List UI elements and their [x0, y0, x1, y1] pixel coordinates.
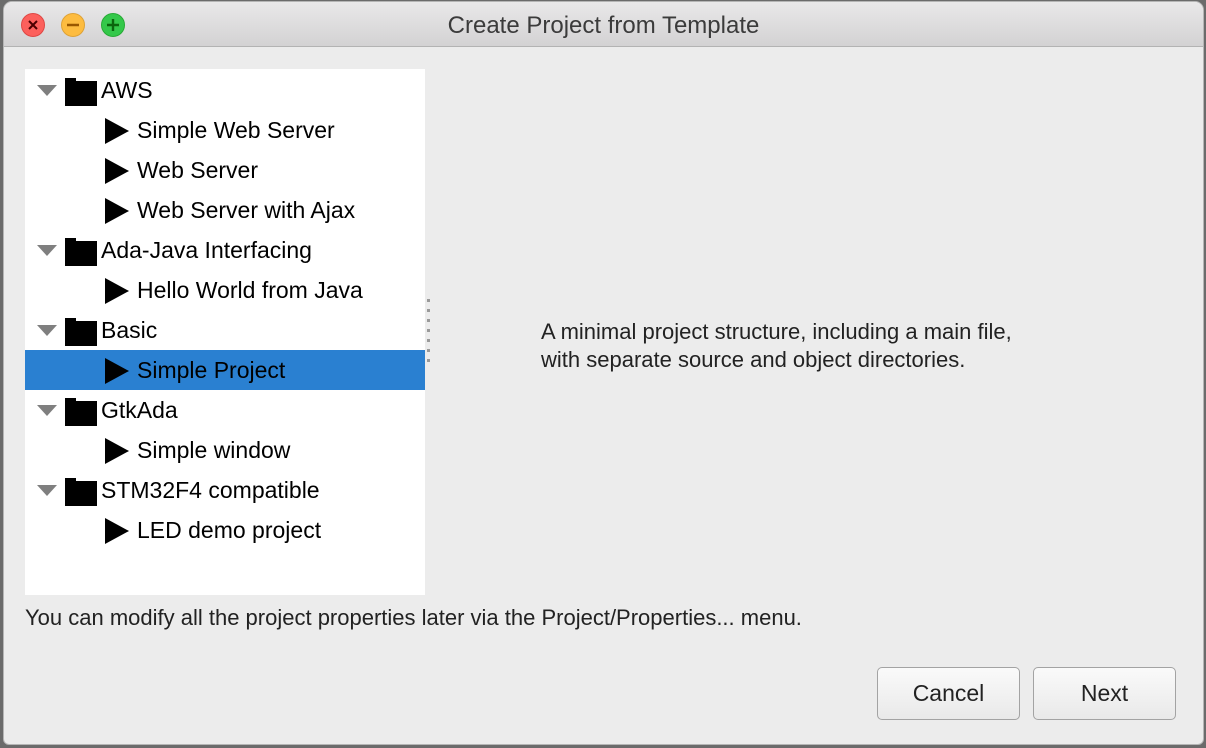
template-icon: [105, 158, 129, 184]
tree-item[interactable]: Hello World from Java: [25, 270, 425, 310]
template-icon: [105, 278, 129, 304]
template-icon: [105, 118, 129, 144]
pane-resize-handle[interactable]: [427, 299, 433, 369]
tree-item[interactable]: Simple Project: [25, 350, 425, 390]
description-line-2: with separate source and object director…: [541, 347, 966, 372]
tree-item[interactable]: Web Server with Ajax: [25, 190, 425, 230]
expander-triangle-icon[interactable]: [37, 485, 57, 496]
template-label: Simple window: [137, 437, 291, 463]
category-label: Ada-Java Interfacing: [101, 237, 312, 263]
template-label: Simple Web Server: [137, 117, 335, 143]
category-label: STM32F4 compatible: [101, 477, 320, 503]
template-label: Hello World from Java: [137, 277, 363, 303]
template-icon: [105, 518, 129, 544]
tree-item[interactable]: Web Server: [25, 150, 425, 190]
template-icon: [105, 198, 129, 224]
expander-triangle-icon[interactable]: [37, 325, 57, 336]
tree-item[interactable]: Simple Web Server: [25, 110, 425, 150]
description-line-1: A minimal project structure, including a…: [541, 319, 1012, 344]
tree-item[interactable]: LED demo project: [25, 510, 425, 550]
tree-category[interactable]: GtkAda: [25, 390, 425, 430]
category-label: AWS: [101, 77, 153, 103]
template-description: A minimal project structure, including a…: [541, 318, 1141, 374]
template-label: Web Server with Ajax: [137, 197, 356, 223]
template-label: LED demo project: [137, 517, 322, 543]
folder-icon: [65, 238, 97, 266]
tree-category[interactable]: Basic: [25, 310, 425, 350]
next-button[interactable]: Next: [1033, 667, 1176, 720]
template-icon: [105, 358, 129, 384]
cancel-button[interactable]: Cancel: [877, 667, 1020, 720]
title-bar: Create Project from Template: [4, 2, 1203, 47]
template-label: Simple Project: [137, 357, 286, 383]
tree-category[interactable]: Ada-Java Interfacing: [25, 230, 425, 270]
expander-triangle-icon[interactable]: [37, 405, 57, 416]
template-tree[interactable]: AWS Simple Web Server Web Server Web Server…: [25, 69, 425, 595]
expander-triangle-icon[interactable]: [37, 85, 57, 96]
properties-hint: You can modify all the project propertie…: [25, 605, 802, 630]
template-icon: [105, 438, 129, 464]
template-label: Web Server: [137, 157, 259, 183]
window-title: Create Project from Template: [447, 12, 760, 39]
category-label: GtkAda: [101, 397, 178, 423]
category-label: Basic: [101, 317, 158, 343]
folder-icon: [65, 478, 97, 506]
folder-icon: [65, 78, 97, 106]
tree-category[interactable]: AWS: [25, 70, 425, 110]
folder-icon: [65, 318, 97, 346]
expander-triangle-icon[interactable]: [37, 245, 57, 256]
tree-category[interactable]: STM32F4 compatible: [25, 470, 425, 510]
tree-item[interactable]: Simple window: [25, 430, 425, 470]
folder-icon: [65, 398, 97, 426]
